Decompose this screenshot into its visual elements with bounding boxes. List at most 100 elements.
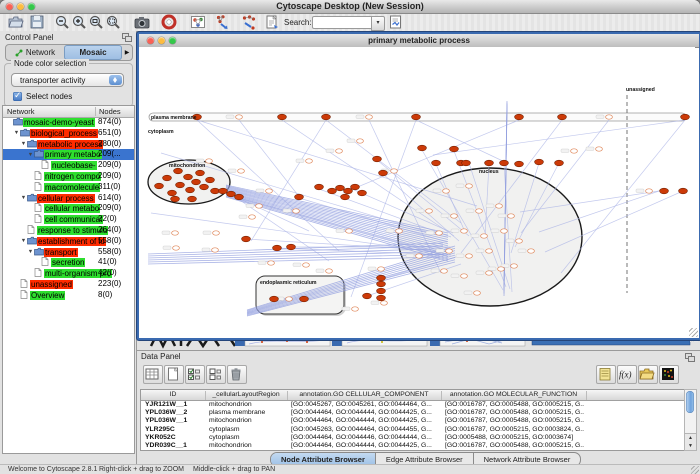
graph-node[interactable] (511, 264, 518, 268)
graph-node[interactable] (227, 191, 236, 197)
graph-node[interactable] (416, 254, 423, 258)
graph-node[interactable] (315, 184, 324, 190)
graph-node[interactable] (306, 159, 313, 163)
tree-column-nodes[interactable]: Nodes (95, 107, 121, 116)
graph-node[interactable] (646, 189, 653, 193)
graph-node[interactable] (515, 161, 524, 167)
scrollbar-arrows[interactable]: ▲▼ (685, 433, 696, 450)
float-panel-icon[interactable] (122, 33, 131, 41)
network-compare-icon[interactable] (241, 14, 258, 30)
graph-node[interactable] (436, 231, 443, 235)
graph-node[interactable] (357, 139, 364, 143)
graph-node[interactable] (328, 188, 337, 194)
graph-node[interactable] (476, 209, 483, 213)
tree-row[interactable]: response to stimulu264(0) (3, 225, 134, 236)
graph-node[interactable] (270, 296, 279, 302)
window-resize-grip[interactable] (691, 466, 699, 474)
node-color-dropdown[interactable]: transporter activity (11, 73, 124, 87)
tree-row[interactable]: cellular metabo209(0) (3, 203, 134, 214)
tree-row[interactable]: macromolecule311(0) (3, 182, 134, 193)
network-window-titlebar[interactable]: primary metabolic process (139, 34, 699, 48)
graph-node[interactable] (432, 160, 441, 166)
tab-overflow-arrow[interactable]: ▶ (122, 45, 132, 60)
graph-node[interactable] (462, 160, 471, 166)
graph-node[interactable] (213, 231, 220, 235)
matrix-icon[interactable] (659, 365, 679, 384)
graph-node[interactable] (377, 275, 386, 281)
graph-node[interactable] (660, 188, 669, 194)
tree-row[interactable]: ▼metabolic process280(0) (3, 139, 134, 150)
graph-node[interactable] (418, 145, 427, 151)
graph-node[interactable] (295, 194, 304, 200)
graph-node[interactable] (256, 204, 263, 208)
graph-node[interactable] (451, 214, 458, 218)
unselect-attributes-icon[interactable] (206, 365, 226, 384)
graph-node[interactable] (441, 269, 448, 273)
graph-node[interactable] (496, 204, 503, 208)
graph-node[interactable] (173, 246, 180, 250)
graph-node[interactable] (391, 169, 398, 173)
graph-node[interactable] (450, 146, 459, 152)
tree-row[interactable]: ▼primary metabo209(... (3, 149, 134, 160)
graph-node[interactable] (286, 297, 293, 301)
window-titlebar[interactable]: Cytoscape Desktop (New Session) (0, 0, 700, 14)
table-column-header[interactable]: _cellularLayoutRegion (205, 391, 288, 400)
zoom-selected-icon[interactable] (88, 14, 105, 30)
network-window[interactable]: primary metabolic process plasma membran… (137, 32, 700, 340)
graph-node[interactable] (174, 168, 183, 174)
tree-row[interactable]: ▼establishment of lo558(0) (3, 236, 134, 247)
network-canvas[interactable]: plasma membranecytoplasmmitochondrionnuc… (139, 47, 695, 334)
graph-node[interactable] (186, 187, 195, 193)
nucleus-region[interactable] (398, 168, 582, 306)
graph-node[interactable] (486, 271, 493, 275)
graph-node[interactable] (351, 184, 360, 190)
table-scrollbar[interactable]: ▲▼ (684, 389, 697, 451)
open-icon[interactable] (8, 14, 25, 30)
graph-node[interactable] (474, 291, 481, 295)
graph-node[interactable] (200, 184, 209, 190)
graph-node[interactable] (344, 188, 353, 194)
graph-node[interactable] (606, 115, 613, 119)
graph-node[interactable] (219, 188, 228, 194)
disclosure-triangle-icon[interactable]: ▼ (20, 139, 27, 150)
graph-node[interactable] (466, 254, 473, 258)
table-row[interactable]: YKR052Ccytoplasm[GO:0044464, GO:0044446,… (141, 434, 686, 442)
graph-node[interactable] (266, 189, 273, 193)
graph-node[interactable] (485, 160, 494, 166)
disclosure-triangle-icon[interactable]: ▼ (20, 236, 27, 247)
scrollbar-thumb[interactable] (686, 391, 694, 413)
graph-node[interactable] (172, 231, 179, 235)
graph-node[interactable] (268, 261, 275, 265)
graph-node[interactable] (461, 229, 468, 233)
graph-node[interactable] (242, 236, 251, 242)
graph-node[interactable] (528, 249, 535, 253)
graph-node[interactable] (498, 267, 505, 271)
attribute-table-header[interactable]: ID_cellularLayoutRegionannotation.GO CEL… (141, 390, 686, 401)
graph-node[interactable] (346, 229, 353, 233)
tree-column-network[interactable]: Network (7, 107, 35, 116)
graph-node[interactable] (377, 295, 386, 301)
graph-node[interactable] (206, 177, 215, 183)
tree-row[interactable]: ▼cellular process614(0) (3, 193, 134, 204)
graph-node[interactable] (236, 115, 243, 119)
graph-node[interactable] (373, 156, 382, 162)
graph-node[interactable] (211, 188, 220, 194)
graph-node[interactable] (481, 234, 488, 238)
float-panel-icon[interactable] (685, 353, 694, 361)
import-icon[interactable] (638, 365, 658, 384)
graph-node[interactable] (176, 182, 185, 188)
graph-node[interactable] (412, 114, 421, 120)
graph-node[interactable] (366, 115, 373, 119)
search-dropdown-button[interactable]: ▾ (371, 16, 385, 31)
new-attribute-icon[interactable] (164, 365, 184, 384)
search-input[interactable] (312, 16, 372, 29)
vizmapper-icon[interactable] (190, 14, 207, 30)
table-icon[interactable] (143, 365, 163, 384)
table-row[interactable]: YDR039C__1mitochondrion[GO:0044464, GO:0… (141, 442, 686, 450)
graph-node[interactable] (341, 194, 350, 200)
graph-node[interactable] (596, 147, 603, 151)
graph-node[interactable] (336, 149, 343, 153)
graph-node[interactable] (249, 215, 256, 219)
network-merge-icon[interactable] (215, 14, 232, 30)
notes-icon[interactable] (596, 365, 616, 384)
